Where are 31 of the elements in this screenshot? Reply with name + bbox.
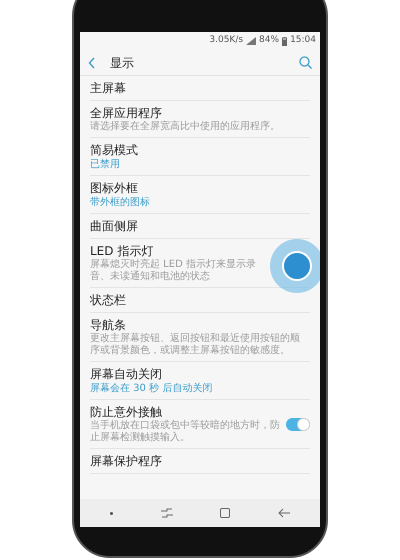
setting-title: 状态栏 (90, 292, 127, 308)
battery-level: 84% (259, 34, 280, 48)
setting-description: 屏幕熄灭时亮起 LED 指示灯来显示录音、未读通知和电池的状态 (90, 259, 257, 283)
setting-value: 已禁用 (90, 158, 121, 171)
setting-title: 简易模式 (90, 142, 139, 158)
clock: 15:04 (290, 34, 316, 48)
setting-title: 屏幕保护程序 (90, 453, 163, 469)
battery-icon (282, 36, 288, 46)
setting-title: 主屏幕 (90, 80, 127, 96)
network-speed: 3.05K/s (209, 34, 244, 48)
recent-apps-icon[interactable] (160, 508, 173, 518)
setting-title: LED 指示灯 (90, 243, 154, 258)
setting-title: 屏幕自动关闭 (90, 366, 163, 382)
toggle-switch[interactable] (286, 418, 310, 430)
signal-icon (246, 37, 256, 45)
search-icon[interactable] (299, 56, 312, 69)
setting-description: 当手机放在口袋或包中等较暗的地方时，防止屏幕检测触摸输入。 (90, 420, 281, 444)
setting-value: 屏幕会在 30 秒 后自动关闭 (90, 382, 214, 395)
setting-title: 防止意外接触 (90, 404, 163, 420)
page-title: 显示 (110, 54, 135, 72)
setting-description: 请选择要在全屏宽高比中使用的应用程序。 (90, 121, 281, 133)
setting-title: 导航条 (90, 317, 127, 332)
dot-icon (110, 512, 113, 514)
setting-title: 全屏应用程序 (90, 105, 163, 120)
back-icon[interactable] (88, 56, 96, 68)
back-arrow-icon[interactable] (278, 508, 290, 518)
setting-title: 曲面侧屏 (90, 218, 139, 234)
setting-description: 更改主屏幕按钮、返回按钮和最近使用按钮的顺序或背景颜色，或调整主屏幕按钮的敏感度。 (90, 333, 301, 357)
home-icon[interactable] (220, 508, 230, 518)
setting-value: 带外框的图标 (90, 196, 151, 209)
setting-title: 图标外框 (90, 180, 139, 196)
